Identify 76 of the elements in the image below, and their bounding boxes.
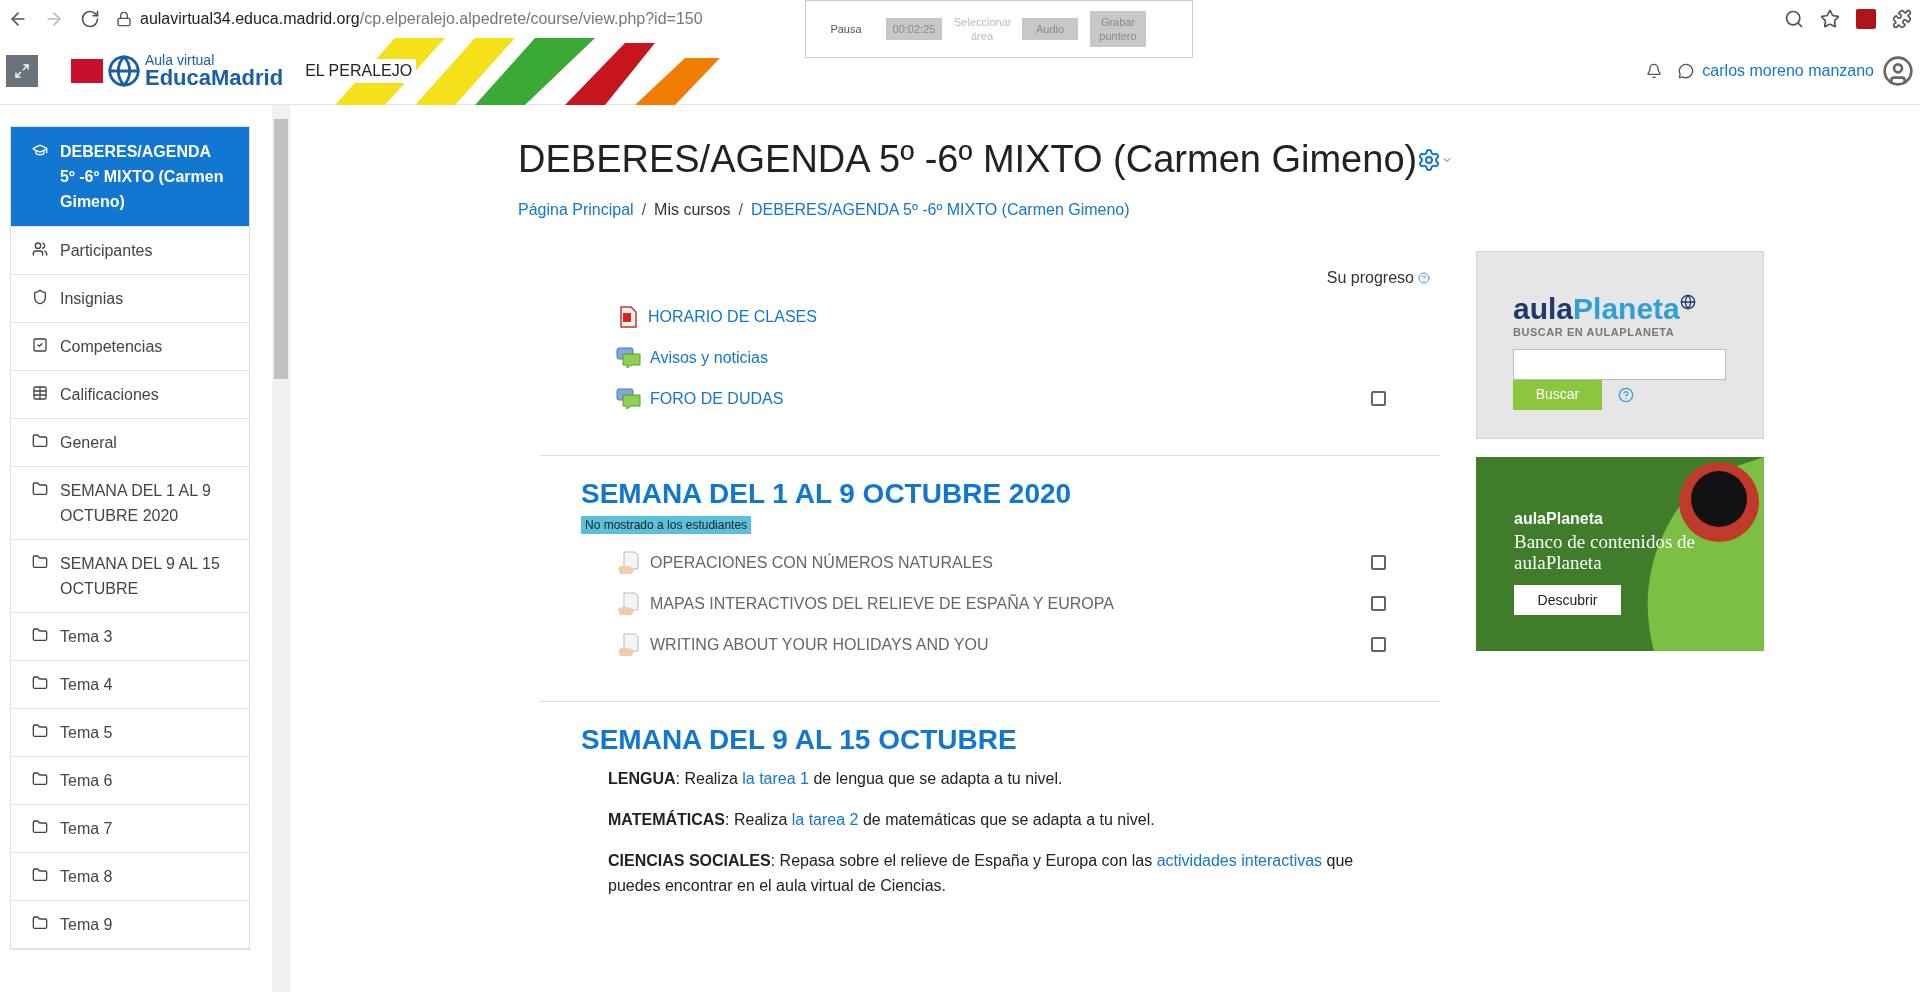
users-icon <box>32 241 48 257</box>
nav-item[interactable]: DEBERES/AGENDA 5º -6º MIXTO (Carmen Gimeno) <box>11 127 249 227</box>
breadcrumb-link[interactable]: DEBERES/AGENDA 5º -6º MIXTO (Carmen Gimeno) <box>751 198 1130 222</box>
chat-bubbles-icon <box>616 386 642 411</box>
messages-icon[interactable] <box>1678 63 1695 79</box>
document-icon <box>616 550 642 575</box>
breadcrumb-link[interactable]: Página Principal <box>518 198 634 222</box>
hidden-badge: No mostrado a los estudiantes <box>581 516 752 534</box>
globe-icon <box>107 54 141 88</box>
progress-label: Su progreso <box>1326 268 1414 288</box>
expand-icon <box>14 63 30 79</box>
completion-checkbox[interactable] <box>1371 596 1386 611</box>
activity-link[interactable]: FORO DE DUDAS <box>650 386 784 411</box>
settings-button[interactable] <box>1417 147 1454 172</box>
ad-banner[interactable]: aulaPlaneta Banco de contenidos de aulaPlaneta Descubrir <box>1476 457 1764 651</box>
site-name[interactable]: EL PERALEJO <box>305 59 417 83</box>
section-heading[interactable]: SEMANA DEL 9 AL 15 OCTUBRE <box>581 722 1440 758</box>
graduation-cap-icon <box>32 142 48 158</box>
folder-icon <box>32 867 48 883</box>
folder-icon <box>32 915 48 931</box>
activity-link[interactable]: WRITING ABOUT YOUR HOLIDAYS AND YOU <box>650 632 989 657</box>
completion-checkbox[interactable] <box>1371 555 1386 570</box>
settings-icon <box>1417 147 1442 172</box>
ad-brand: aulaPlaneta <box>1514 509 1604 529</box>
notifications-icon[interactable] <box>1646 63 1663 79</box>
instruction-paragraph: MATEMÁTICAS: Realiza la tarea 2 de matemáticas que se adapta a tu nivel. <box>608 809 1156 830</box>
folder-icon <box>32 554 48 570</box>
activity-link[interactable]: MAPAS INTERACTIVOS DEL RELIEVE DE ESPAÑA Y EUROPA <box>650 591 1114 616</box>
globe-icon <box>1679 294 1696 310</box>
document-icon <box>616 591 642 616</box>
flag-icon <box>71 59 103 83</box>
discover-button[interactable]: Descubrir <box>1514 585 1621 615</box>
star-icon[interactable] <box>1820 9 1840 29</box>
breadcrumb-separator: / <box>738 200 743 220</box>
search-subtitle: BUSCAR EN AULAPLANETA <box>1513 325 1676 340</box>
folder-icon <box>32 627 48 643</box>
activity-link[interactable]: OPERACIONES CON NÚMEROS NATURALES <box>650 550 993 575</box>
instruction-paragraph: CIENCIAS SOCIALES: Repasa sobre el relieve de España y Europa con las actividades interactivas que puedes encontrar en el aula virtual de Ciencias. <box>608 851 1355 896</box>
instruction-paragraph: LENGUA: Realiza la tarea 1 de lengua que se adapta a tu nivel. <box>608 769 1064 789</box>
lock-icon <box>116 11 132 27</box>
table-icon <box>32 385 48 401</box>
folder-icon <box>32 675 48 691</box>
task-link[interactable]: la tarea 2 <box>791 811 859 828</box>
recorder-button[interactable]: Pausa <box>818 18 874 40</box>
logo-title: EducaMadrid <box>145 67 284 89</box>
aulaplaneta-logo: aulaPlaneta <box>1513 294 1680 324</box>
scrollbar[interactable] <box>272 105 290 992</box>
folder-icon <box>32 723 48 739</box>
extensions-icon[interactable] <box>1892 9 1912 29</box>
address-bar[interactable]: aulavirtual34.educa.madrid.org/cp.elperalejo.alpedrete/course/view.php?id=150 <box>140 7 703 31</box>
folder-icon <box>32 819 48 835</box>
document-icon <box>616 632 642 657</box>
avatar-icon[interactable] <box>1882 55 1914 87</box>
folder-icon <box>32 771 48 787</box>
user-name[interactable]: carlos moreno manzano <box>1702 59 1874 83</box>
course-title: DEBERES/AGENDA 5º -6º MIXTO (Carmen Gimeno) <box>518 137 1418 182</box>
zoom-icon[interactable] <box>1784 9 1804 29</box>
breadcrumb-text: Mis cursos <box>654 200 731 220</box>
task-link[interactable]: la tarea 1 <box>742 770 809 787</box>
section-heading[interactable]: SEMANA DEL 1 AL 9 OCTUBRE 2020 <box>581 476 1440 512</box>
expand-button[interactable] <box>6 55 38 87</box>
task-link[interactable]: actividades interactivas <box>1156 852 1323 869</box>
search-field[interactable] <box>1513 348 1726 380</box>
ad-headline: Banco de contenidos de aulaPlaneta <box>1514 531 1696 573</box>
chat-bubbles-icon <box>616 345 642 370</box>
completion-checkbox[interactable] <box>1371 391 1386 406</box>
checkbox-icon <box>32 337 48 353</box>
reload-icon[interactable] <box>80 9 100 29</box>
logo-subtitle: Aula virtual <box>145 53 216 67</box>
shield-icon <box>32 289 48 305</box>
activity-link[interactable]: HORARIO DE CLASES <box>648 304 817 329</box>
folder-icon <box>32 481 48 497</box>
completion-checkbox[interactable] <box>1371 637 1386 652</box>
activity-link[interactable]: Avisos y noticias <box>650 345 768 370</box>
breadcrumb-separator: / <box>641 200 647 220</box>
folder-icon <box>32 433 48 449</box>
